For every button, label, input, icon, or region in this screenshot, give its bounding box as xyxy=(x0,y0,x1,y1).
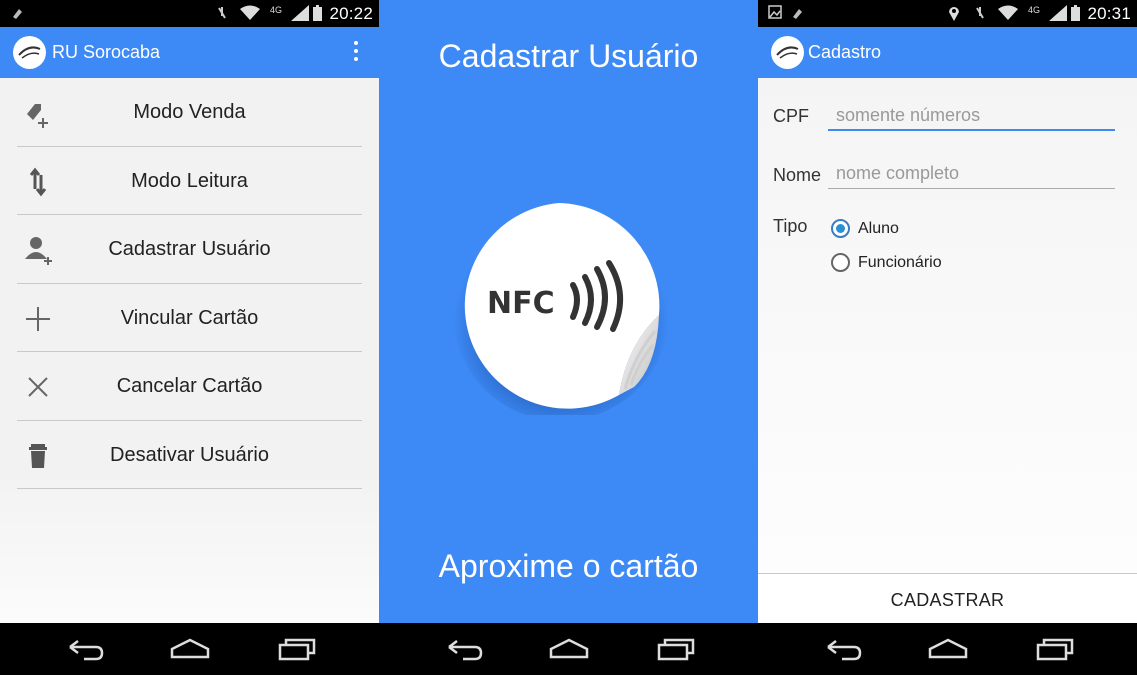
back-icon[interactable] xyxy=(824,637,862,666)
recent-apps-icon[interactable] xyxy=(657,637,695,666)
main-menu-screen: 4G 20:22 RU Sorocaba Modo Venda Modo Lei… xyxy=(0,0,379,675)
system-nav-bar xyxy=(0,623,379,675)
scan-instruction: Aproxime o cartão xyxy=(438,548,699,584)
nfc-scan-screen: Cadastrar Usuário NFC Aproxime o cartão xyxy=(379,0,758,675)
menu-item-desativar-usuario[interactable]: Desativar Usuário xyxy=(17,421,362,489)
menu-item-cadastrar-usuario[interactable]: Cadastrar Usuário xyxy=(17,215,362,284)
back-icon[interactable] xyxy=(445,637,483,666)
menu-item-modo-leitura[interactable]: Modo Leitura xyxy=(17,147,362,215)
radio-funcionario-label[interactable]: Funcionário xyxy=(858,254,942,272)
network-type-label: 4G xyxy=(1028,5,1041,15)
home-icon[interactable] xyxy=(170,637,210,666)
menu-item-label: Vincular Cartão xyxy=(120,306,259,329)
app-title: Cadastro xyxy=(808,42,882,62)
menu-item-modo-venda[interactable]: Modo Venda xyxy=(17,78,362,147)
clock: 20:31 xyxy=(1087,4,1131,23)
image-notification-icon xyxy=(768,5,782,21)
menu-item-label: Modo Venda xyxy=(133,101,246,123)
radio-aluno-label[interactable]: Aluno xyxy=(858,220,899,238)
menu-item-label: Desativar Usuário xyxy=(110,443,269,466)
action-bar: Cadastro xyxy=(758,27,1137,78)
recent-apps-icon[interactable] xyxy=(278,637,316,666)
nfc-label: NFC xyxy=(487,286,555,321)
menu-item-label: Cadastrar Usuário xyxy=(108,238,271,260)
overflow-menu-icon[interactable] xyxy=(353,41,359,63)
signal-icon xyxy=(291,5,309,21)
system-nav-bar xyxy=(758,623,1137,675)
registration-screen: 4G 20:31 Cadastro CPF somente números No… xyxy=(758,0,1137,675)
notification-icon xyxy=(790,5,806,21)
cpf-label: CPF xyxy=(773,106,809,126)
clock: 20:22 xyxy=(329,4,373,23)
main-menu: Modo Venda Modo Leitura Cadastrar Usuári… xyxy=(17,78,362,489)
radio-funcionario[interactable] xyxy=(831,253,850,272)
status-bar: 4G 20:31 xyxy=(758,0,1137,27)
battery-icon xyxy=(1071,5,1080,21)
menu-item-vincular-cartao[interactable]: Vincular Cartão xyxy=(17,284,362,352)
tipo-label: Tipo xyxy=(773,216,808,236)
cadastrar-button[interactable]: CADASTRAR xyxy=(758,573,1137,624)
mute-icon xyxy=(214,5,230,21)
mute-icon xyxy=(972,5,988,21)
nfc-sticker-icon: NFC xyxy=(449,195,669,421)
page-title: Cadastrar Usuário xyxy=(438,38,699,74)
signal-icon xyxy=(1049,5,1067,21)
notification-icon xyxy=(10,5,26,21)
wifi-icon xyxy=(240,5,260,21)
app-title: RU Sorocaba xyxy=(52,42,161,62)
system-nav-bar xyxy=(379,623,758,675)
network-type-label: 4G xyxy=(270,5,283,15)
wifi-icon xyxy=(998,5,1018,21)
nome-label: Nome xyxy=(773,165,822,185)
app-logo-icon[interactable] xyxy=(13,36,46,69)
location-icon xyxy=(948,5,960,21)
radio-aluno[interactable] xyxy=(831,219,850,238)
cpf-input[interactable]: somente números xyxy=(828,101,1115,131)
nome-input[interactable]: nome completo xyxy=(828,159,1115,189)
back-icon[interactable] xyxy=(66,637,104,666)
home-icon[interactable] xyxy=(549,637,589,666)
app-logo-icon[interactable] xyxy=(771,36,804,69)
menu-item-cancelar-cartao[interactable]: Cancelar Cartão xyxy=(17,352,362,421)
battery-icon xyxy=(313,5,322,21)
status-bar: 4G 20:22 xyxy=(0,0,379,27)
action-bar: RU Sorocaba xyxy=(0,27,379,78)
menu-item-label: Modo Leitura xyxy=(131,169,248,192)
menu-item-label: Cancelar Cartão xyxy=(116,375,263,397)
recent-apps-icon[interactable] xyxy=(1036,637,1074,666)
home-icon[interactable] xyxy=(928,637,968,666)
